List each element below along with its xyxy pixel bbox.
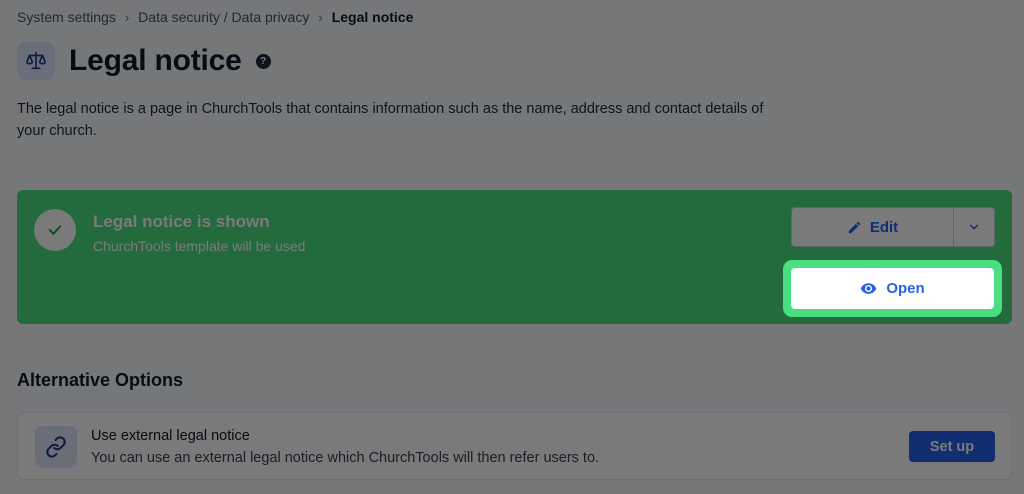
breadcrumb-item-data-security[interactable]: Data security / Data privacy xyxy=(138,9,309,25)
eye-icon xyxy=(861,283,877,294)
alternative-option-title: Use external legal notice xyxy=(91,428,250,444)
edit-options-dropdown[interactable] xyxy=(954,207,995,247)
edit-button-group: Edit xyxy=(791,207,995,247)
page: System settings › Data security / Data p… xyxy=(0,0,1024,494)
pencil-icon xyxy=(848,221,860,233)
breadcrumb-separator: › xyxy=(318,9,323,25)
status-title: Legal notice is shown xyxy=(93,212,270,231)
alternative-option-card: Use external legal notice You can use an… xyxy=(17,412,1012,480)
link-icon xyxy=(35,426,77,468)
edit-button-label: Edit xyxy=(869,218,899,236)
breadcrumb-item-system-settings[interactable]: System settings xyxy=(17,9,116,25)
alternative-options-heading: Alternative Options xyxy=(17,370,184,390)
status-subtitle: ChurchTools template will be used xyxy=(93,238,306,254)
check-icon xyxy=(34,209,76,251)
alternative-option-description: You can use an external legal notice whi… xyxy=(91,450,600,466)
page-header: Legal notice ? xyxy=(17,42,271,80)
scale-icon xyxy=(17,42,55,80)
set-up-button[interactable]: Set up xyxy=(909,431,995,462)
edit-button[interactable]: Edit xyxy=(791,207,954,247)
open-button-label: Open xyxy=(886,280,925,297)
chevron-down-icon xyxy=(969,224,979,230)
breadcrumb-separator: › xyxy=(124,9,130,25)
help-icon[interactable]: ? xyxy=(255,53,271,69)
breadcrumb: System settings › Data security / Data p… xyxy=(17,9,413,25)
page-title: Legal notice xyxy=(69,44,242,77)
open-button-highlight: Open xyxy=(783,260,1002,317)
breadcrumb-item-legal-notice: Legal notice xyxy=(331,9,414,25)
page-description: The legal notice is a page in ChurchTool… xyxy=(17,101,764,139)
open-button[interactable]: Open xyxy=(791,268,994,309)
